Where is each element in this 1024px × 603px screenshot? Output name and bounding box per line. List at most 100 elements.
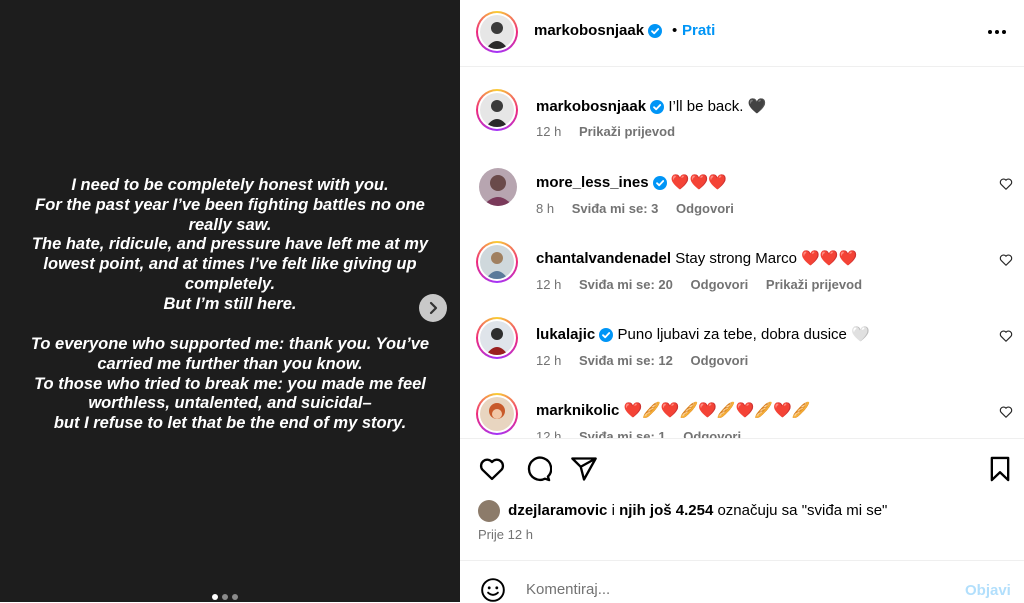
comment-username[interactable]: more_less_ines — [536, 174, 649, 191]
comment-time: 12 h — [536, 353, 562, 368]
caption-meta: 12 h Prikaži prijevod — [536, 124, 689, 139]
liker-avatar — [478, 500, 500, 522]
story-line: The hate, ridicule, and pressure have le… — [31, 235, 429, 254]
comment-item: more_less_ines ❤️❤️❤️ 8 h Sviđa mi se: 3… — [460, 165, 1024, 241]
comment-avatar[interactable] — [476, 393, 520, 437]
verified-badge-icon — [650, 100, 665, 115]
carousel-dot — [222, 594, 228, 600]
author-username-text[interactable]: markobosnjaak — [534, 22, 644, 39]
like-comment-icon[interactable] — [999, 177, 1013, 191]
share-icon[interactable] — [570, 455, 598, 483]
like-comment-icon[interactable] — [999, 329, 1013, 343]
comment-avatar[interactable] — [476, 241, 520, 285]
caption: markobosnjaak I’ll be back. 🖤 12 h Prika… — [460, 89, 1024, 165]
story-line: But I’m still here. — [163, 294, 297, 313]
emoji-icon[interactable] — [480, 577, 506, 603]
comment-text: more_less_ines ❤️❤️❤️ — [536, 173, 727, 191]
separator-dot: • — [672, 22, 678, 39]
avatar-image — [480, 245, 514, 279]
comment-input[interactable] — [524, 580, 908, 599]
story-line: really saw. — [188, 215, 272, 234]
likes-count[interactable]: njih još 4.254 — [619, 502, 713, 519]
likes-connector: i — [611, 501, 615, 519]
verified-badge-icon — [652, 176, 667, 191]
comment-username[interactable]: marknikolic — [536, 402, 619, 419]
comment-username[interactable]: lukalajic — [536, 326, 595, 343]
like-comment-icon[interactable] — [999, 253, 1013, 267]
story-line: completely. — [184, 274, 276, 293]
story-line: but I refuse to let that be the end of m… — [53, 414, 407, 433]
story-line: lowest point, and at times I’ve felt lik… — [43, 255, 417, 274]
comment-text: lukalajic Puno ljubavi za tebe, dobra du… — [536, 325, 870, 343]
comment-username[interactable]: chantalvandenadel — [536, 250, 671, 267]
story-text-block-1: I need to be completely honest with you.… — [0, 176, 460, 315]
post-header: markobosnjaak • Prati — [460, 0, 1024, 67]
verified-badge-icon — [648, 24, 663, 39]
reply-button[interactable]: Odgovori — [676, 201, 734, 216]
comments-list[interactable]: markobosnjaak I’ll be back. 🖤 12 h Prika… — [460, 67, 1024, 438]
more-options-icon[interactable] — [985, 20, 1009, 44]
comment-item: marknikolic ❤️🥖❤️🥖❤️🥖❤️🥖❤️🥖 12 h Sviđa m… — [460, 393, 1024, 438]
avatar-image — [480, 93, 514, 127]
like-heart-icon[interactable] — [478, 455, 506, 483]
caption-avatar[interactable] — [476, 89, 520, 133]
comment-meta: 12 h Sviđa mi se: 1 Odgovori — [536, 429, 755, 438]
reply-button[interactable]: Odgovori — [691, 353, 749, 368]
comment-icon[interactable] — [524, 455, 552, 483]
avatar-image — [479, 168, 517, 206]
story-line: I need to be completely honest with you. — [71, 176, 389, 194]
story-line: worthless, untalented, and suicidal– — [88, 394, 372, 413]
post-media: I need to be completely honest with you.… — [0, 0, 460, 602]
comment-time: 12 h — [536, 429, 562, 438]
post-time: Prije 12 h — [478, 527, 533, 542]
translate-button[interactable]: Prikaži prijevod — [579, 124, 675, 139]
avatar-image — [480, 15, 514, 49]
comment-time: 12 h — [536, 277, 562, 292]
comment-item: lukalajic Puno ljubavi za tebe, dobra du… — [460, 317, 1024, 393]
comment-body: Puno ljubavi za tebe, dobra dusice 🤍 — [617, 326, 870, 343]
author-avatar[interactable] — [476, 11, 518, 53]
comment-body: ❤️❤️❤️ — [670, 174, 727, 191]
carousel-dot — [232, 594, 238, 600]
comment-avatar[interactable] — [476, 317, 520, 361]
story-line: For the past year I’ve been fighting bat… — [35, 195, 425, 214]
caption-body: I’ll be back. 🖤 — [668, 98, 767, 115]
liker-username[interactable]: dzejlaramovic — [508, 502, 607, 519]
comment-avatar[interactable] — [476, 165, 520, 209]
comment-time: 8 h — [536, 201, 555, 216]
comment-text: chantalvandenadel Stay strong Marco ❤️❤️… — [536, 249, 857, 267]
likes-summary[interactable]: dzejlaramovic i njih još 4.254 označuju … — [478, 500, 887, 522]
comment-likes[interactable]: Sviđa mi se: 3 — [572, 201, 659, 216]
reply-button[interactable]: Odgovori — [683, 429, 741, 438]
reply-button[interactable]: Odgovori — [691, 277, 749, 292]
comment-likes[interactable]: Sviđa mi se: 20 — [579, 277, 673, 292]
comment-likes[interactable]: Sviđa mi se: 1 — [579, 429, 666, 438]
comment-meta: 12 h Sviđa mi se: 20 Odgovori Prikaži pr… — [536, 277, 876, 292]
save-bookmark-icon[interactable] — [986, 455, 1014, 483]
story-line: To everyone who supported me: thank you.… — [30, 335, 430, 353]
carousel-indicator — [212, 594, 238, 600]
action-bar — [460, 438, 1024, 495]
translate-button[interactable]: Prikaži prijevod — [766, 277, 862, 292]
caption-time: 12 h — [536, 124, 562, 139]
comment-likes[interactable]: Sviđa mi se: 12 — [579, 353, 673, 368]
like-comment-icon[interactable] — [999, 405, 1013, 419]
carousel-next-button[interactable] — [419, 294, 447, 322]
comment-body: ❤️🥖❤️🥖❤️🥖❤️🥖❤️🥖 — [623, 402, 811, 419]
comment-text: marknikolic ❤️🥖❤️🥖❤️🥖❤️🥖❤️🥖 — [536, 401, 810, 419]
story-text-block-2: To everyone who supported me: thank you.… — [0, 335, 460, 434]
story-line: To those who tried to break me: you made… — [34, 374, 426, 393]
follow-button[interactable]: Prati — [682, 22, 715, 39]
chevron-right-icon — [429, 301, 438, 315]
post-details-panel: markobosnjaak • Prati markobosnjaak I’ll… — [460, 0, 1024, 602]
comment-body: Stay strong Marco ❤️❤️❤️ — [675, 250, 858, 267]
likes-suffix: označuju sa "sviđa mi se" — [717, 501, 888, 519]
post-comment-button[interactable]: Objavi — [965, 582, 1011, 599]
comment-meta: 8 h Sviđa mi se: 3 Odgovori — [536, 201, 748, 216]
caption-username[interactable]: markobosnjaak — [536, 98, 646, 115]
comment-item: chantalvandenadel Stay strong Marco ❤️❤️… — [460, 241, 1024, 317]
carousel-dot — [212, 594, 218, 600]
story-line: carried me further than you know. — [97, 354, 363, 373]
avatar-image — [480, 321, 514, 355]
author-username[interactable]: markobosnjaak — [534, 22, 663, 39]
